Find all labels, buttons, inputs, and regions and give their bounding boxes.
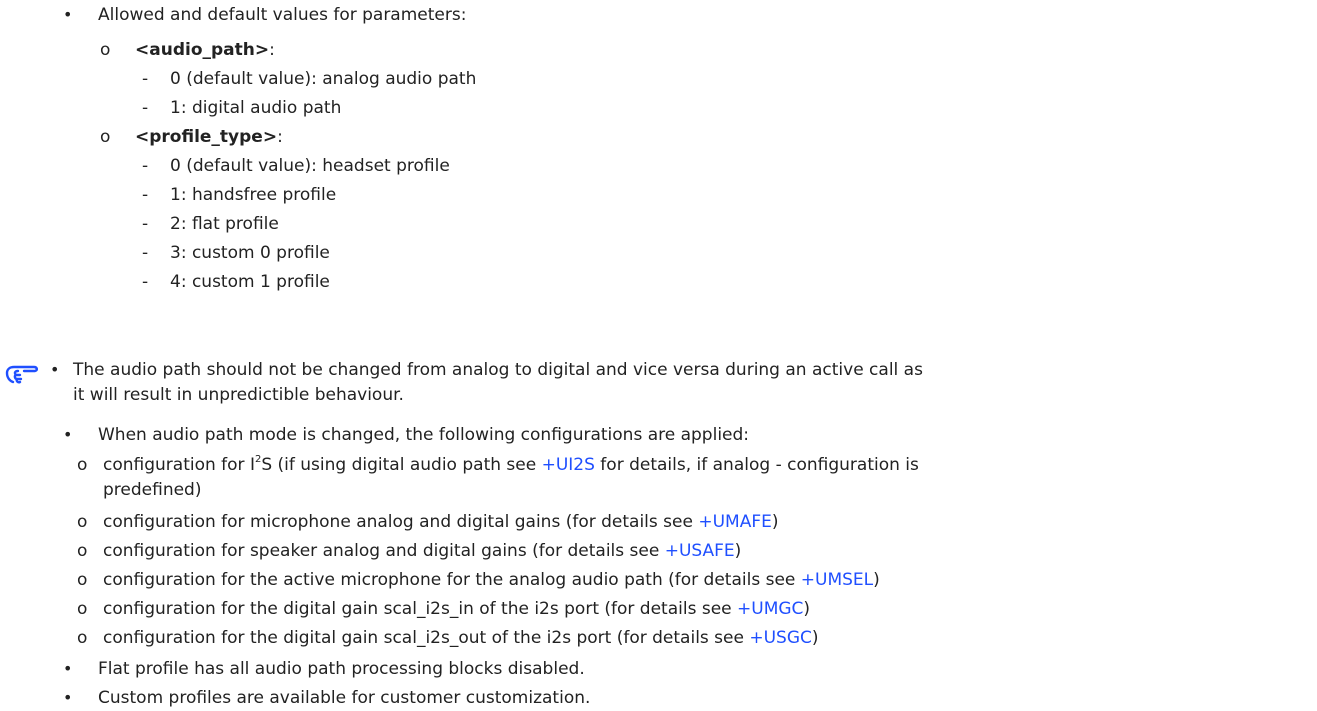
param-suffix: : [277,127,283,147]
bullet: • [50,360,60,379]
bullet: • [63,688,73,707]
note-warning-line2: it will result in unpredictible behaviou… [73,385,404,405]
param-name: <profile_type> [135,127,278,147]
dash: - [142,214,149,234]
config-item: configuration for the active microphone … [103,570,880,590]
params-intro: Allowed and default values for parameter… [98,5,467,25]
profile-value: 0 (default value): headset profile [170,156,450,176]
dash: - [142,185,149,205]
config-i2s: configuration for I2S (if using digital … [103,454,919,476]
sub-bullet: o [77,512,88,532]
note-custom-profiles: Custom profiles are available for custom… [98,688,591,708]
bullet: • [63,5,73,24]
param-suffix: : [269,40,275,60]
dash: - [142,272,149,292]
dash: - [142,69,149,89]
pointing-hand-icon [5,365,38,384]
config-item: configuration for microphone analog and … [103,512,779,532]
sub-bullet: o [100,40,111,60]
config-item: configuration for the digital gain scal_… [103,599,811,619]
note-change-intro: When audio path mode is changed, the fol… [98,425,750,445]
sub-bullet: o [77,541,88,561]
bullet: • [63,659,73,678]
config-item: configuration for speaker analog and dig… [103,541,742,561]
sub-bullet: o [77,628,88,648]
sub-bullet: o [100,127,111,147]
profile-value: 3: custom 0 profile [170,243,330,263]
note-flat-profile: Flat profile has all audio path processi… [98,659,585,679]
dash: - [142,243,149,263]
sub-bullet: o [77,455,88,475]
config-item: configuration for the digital gain scal_… [103,628,819,648]
param-name: <audio_path> [135,40,270,60]
profile-value: 2: flat profile [170,214,279,234]
note-warning-line1: The audio path should not be changed fro… [73,360,923,380]
dash: - [142,156,149,176]
sub-bullet: o [77,599,88,619]
link-usgc[interactable]: +USGC [749,628,812,648]
sub-bullet: o [77,570,88,590]
link-umsel[interactable]: +UMSEL [801,570,873,590]
dash: - [142,98,149,118]
audio-path-value: 1: digital audio path [170,98,342,118]
param-audio-path: <audio_path>: [135,40,275,60]
bullet: • [63,425,73,444]
profile-value: 1: handsfree profile [170,185,337,205]
link-usafe[interactable]: +USAFE [665,541,735,561]
audio-path-value: 0 (default value): analog audio path [170,69,477,89]
link-ui2s[interactable]: +UI2S [542,455,595,475]
param-profile-type: <profile_type>: [135,127,283,147]
config-i2s-line2: predefined) [103,480,202,500]
profile-value: 4: custom 1 profile [170,272,330,292]
link-umafe[interactable]: +UMAFE [698,512,772,532]
link-umgc[interactable]: +UMGC [737,599,803,619]
